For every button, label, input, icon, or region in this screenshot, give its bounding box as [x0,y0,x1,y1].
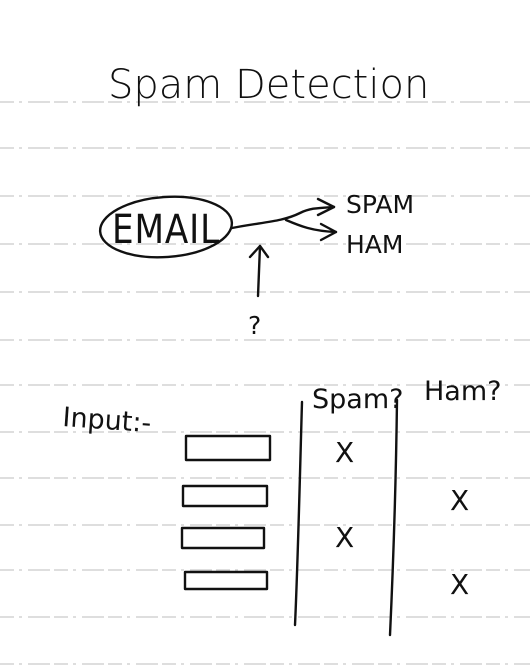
classification-marks: X X X X [335,436,469,601]
question-arrow [256,244,262,298]
output-ham-label: HAM [346,230,403,259]
ham-column-header: Ham? [424,376,501,407]
row-2-ham-mark: X [450,484,469,517]
page-title: Spam Detection [108,62,429,108]
row-3-spam-mark: X [335,521,354,554]
email-input-box [184,434,272,462]
input-rows [180,434,272,591]
email-input-box [180,526,266,550]
left-divider [293,400,304,627]
email-input-box [183,570,269,591]
email-input-box [181,484,269,508]
arrow-to-ham [284,218,338,234]
unknown-marker: ? [248,311,261,340]
notebook-page: Spam Detection EMAIL SPAM HAM ? Input:- … [0,62,530,665]
classification-arrows [230,197,338,298]
input-label: Input:- [62,402,153,439]
arrow-to-spam [230,205,336,230]
right-divider [388,398,399,637]
spam-column-header: Spam? [312,384,403,415]
email-label: EMAIL [112,207,220,253]
row-1-spam-mark: X [335,436,354,469]
email-node: EMAIL [98,195,234,259]
row-4-ham-mark: X [450,568,469,601]
output-spam-label: SPAM [346,190,414,219]
